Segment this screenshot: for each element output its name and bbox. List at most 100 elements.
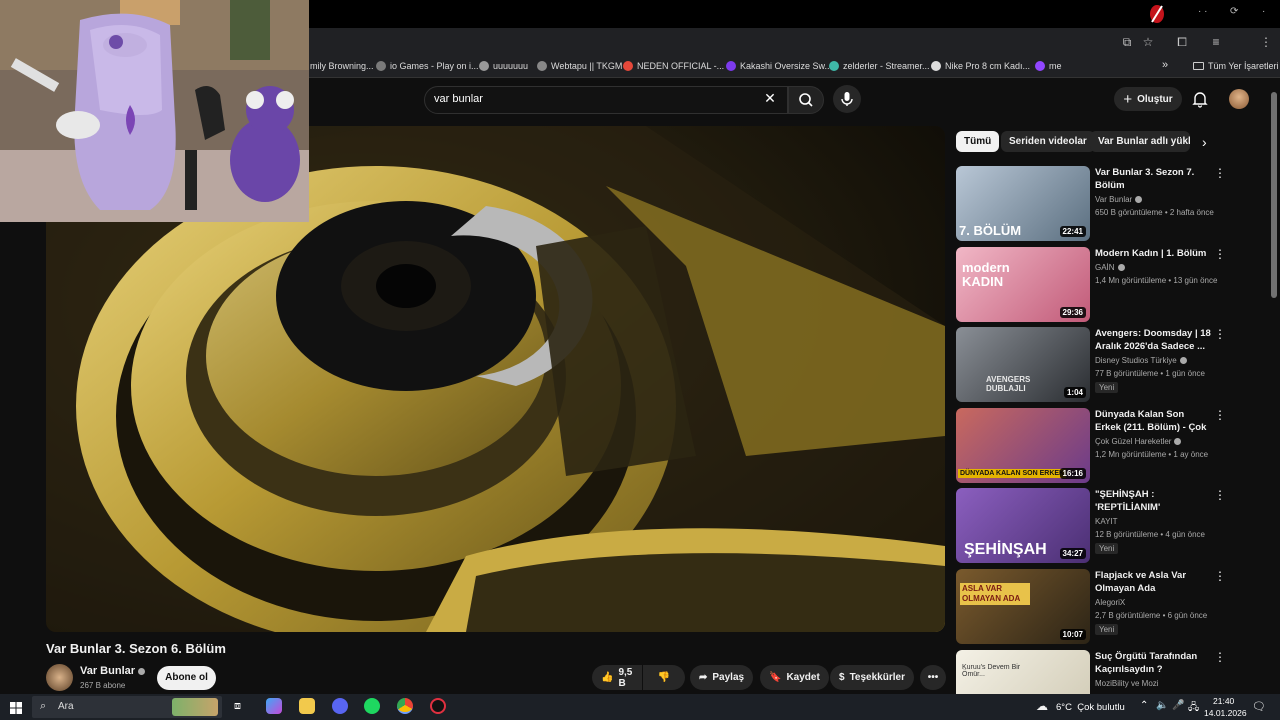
video-thumbnail[interactable]: ŞEHİNŞAH 34:27 [956, 488, 1090, 563]
more-options-icon[interactable]: ⋮ [1214, 247, 1226, 261]
windows-start-icon[interactable] [10, 701, 22, 714]
account-avatar[interactable] [1229, 89, 1249, 109]
search-icon [799, 93, 813, 107]
video-title: Avengers: Doomsday | 18 Aralık 2026'da S… [1095, 328, 1211, 352]
file-explorer-icon[interactable] [299, 698, 315, 714]
channel-name[interactable]: Var Bunlar [80, 665, 146, 677]
opera-gx-icon[interactable] [430, 698, 446, 714]
browser-menu-icon[interactable]: ⋮ [1259, 35, 1273, 49]
new-badge: Yeni [1095, 382, 1119, 393]
video-title: Var Bunlar 3. Sezon 7. Bölüm [1095, 167, 1195, 191]
thumbnail-caption: ŞEHİNŞAH [964, 541, 1047, 558]
thumbnail-caption: Kuruu's Devem Bir Ömür... [962, 664, 1021, 678]
video-meta: 2,7 B görüntüleme • 6 gün önce [1095, 611, 1208, 620]
video-thumbnail[interactable]: DÜNYADA KALAN SON ERKEK 16:16 [956, 408, 1090, 483]
more-options-icon[interactable]: ⋮ [1214, 650, 1226, 664]
install-app-icon[interactable]: ⧉ [1120, 35, 1134, 49]
subscribe-button[interactable]: Abone ol [157, 666, 216, 690]
opera-logo-icon[interactable] [1148, 4, 1166, 24]
taskbar-search[interactable]: ⌕ Ara [32, 696, 222, 718]
chrome-icon[interactable] [397, 698, 413, 714]
channel-name[interactable]: KAYIT [1095, 517, 1118, 526]
notifications-bell-icon[interactable] [1191, 90, 1209, 108]
spotify-icon[interactable] [364, 698, 380, 714]
all-bookmarks-folder[interactable]: Tüm Yer İşaretleri [1193, 61, 1279, 71]
video-title: Suç Örgütü Tarafından Kaçırılsaydın ? [1095, 651, 1198, 675]
extensions-icon[interactable]: ⧠ [1175, 35, 1189, 49]
channel-name[interactable]: MoziBility ve Mozi [1095, 679, 1159, 688]
thumbs-up-icon: 👍 [601, 672, 614, 683]
video-thumbnail[interactable]: ASLA VAR OLMAYAN ADA 10:07 [956, 569, 1090, 644]
chip-uploader[interactable]: Var Bunlar adlı yükleyiciden [1090, 131, 1190, 152]
more-options-icon[interactable]: ⋮ [1214, 488, 1226, 502]
recommendation-item[interactable]: Kuruu's Devem Bir Ömür... Suç Örgütü Tar… [956, 650, 1226, 694]
bookmark-item[interactable]: mily Browning... [310, 61, 374, 71]
more-options-icon[interactable]: ⋮ [1214, 166, 1226, 180]
video-thumbnail[interactable]: 7. BÖLÜM 22:41 [956, 166, 1090, 241]
clock-date[interactable]: 14.01.2026 [1204, 708, 1247, 718]
bookmark-item[interactable]: me [1035, 61, 1062, 71]
bookmark-item[interactable]: uuuuuuu [479, 61, 528, 71]
chip-all[interactable]: Tümü [956, 131, 1000, 152]
more-options-icon[interactable]: ⋮ [1214, 408, 1226, 422]
weather-text[interactable]: 6°C Çok bulutlu [1056, 702, 1125, 713]
window-minimize-icon[interactable]: · · [1198, 6, 1207, 17]
recommendation-item[interactable]: ASLA VAR OLMAYAN ADA 10:07 Flapjack ve A… [956, 569, 1226, 645]
more-options-icon[interactable]: ⋮ [1214, 327, 1226, 341]
bookmark-item[interactable]: zelderler - Streamer... [829, 61, 930, 71]
video-thumbnail[interactable]: Kuruu's Devem Bir Ömür... [956, 650, 1090, 694]
bookmark-item[interactable]: Webtapu || TKGM [537, 61, 622, 71]
tray-overflow-icon[interactable]: ⌃ [1140, 700, 1148, 711]
channel-name[interactable]: Var Bunlar [1095, 195, 1143, 204]
reading-list-icon[interactable]: ≡ [1209, 35, 1223, 49]
window-restore-icon[interactable]: ⟳ [1230, 6, 1238, 17]
video-meta: 77 B görüntüleme • 1 gün önce [1095, 369, 1205, 378]
create-button[interactable]: + Oluştur [1114, 87, 1182, 111]
bookmark-favicon-icon [479, 61, 489, 71]
bookmark-star-icon[interactable]: ☆ [1141, 35, 1155, 49]
voice-search-button[interactable] [833, 85, 861, 113]
channel-name[interactable]: Disney Studios Türkiye [1095, 356, 1187, 365]
bookmarks-overflow-button[interactable]: » [1162, 59, 1168, 71]
channel-name[interactable]: Çok Güzel Hareketler [1095, 437, 1182, 446]
search-button[interactable] [788, 86, 824, 114]
copilot-icon[interactable] [266, 698, 282, 714]
weather-icon[interactable]: ☁ [1036, 699, 1048, 713]
chip-series-videos[interactable]: Seriden videolar [1001, 131, 1095, 152]
recommendation-item[interactable]: AVENGERS DUBLAJLI 1:04 Avengers: Doomsda… [956, 327, 1226, 403]
save-button[interactable]: 🔖 Kaydet [760, 665, 829, 690]
clear-search-icon[interactable]: ✕ [762, 90, 778, 108]
bookmark-item[interactable]: Kakashi Oversize Sw... [726, 61, 832, 71]
clock-time[interactable]: 21:40 [1213, 696, 1234, 706]
task-view-icon[interactable]: ⧈ [234, 700, 241, 713]
search-query-text: var bunlar [434, 93, 483, 105]
share-button[interactable]: ➦ Paylaş [690, 665, 754, 690]
channel-name[interactable]: AlegoriX [1095, 598, 1125, 607]
bookmark-item[interactable]: io Games - Play on i... [376, 61, 479, 71]
video-thumbnail[interactable]: AVENGERS DUBLAJLI 1:04 [956, 327, 1090, 402]
microphone-tray-icon[interactable]: 🎤 [1172, 700, 1184, 711]
channel-avatar[interactable] [46, 664, 73, 691]
bookmark-item[interactable]: NEDEN OFFICIAL -... [623, 61, 724, 71]
new-badge: Yeni [1095, 543, 1119, 554]
network-icon[interactable]: 🖧 [1188, 700, 1199, 717]
dislike-button[interactable]: 👎 [643, 665, 685, 690]
recommendation-item[interactable]: 7. BÖLÜM 22:41 Var Bunlar 3. Sezon 7. Bö… [956, 166, 1226, 242]
bookmark-favicon-icon [537, 61, 547, 71]
recommendation-item[interactable]: DÜNYADA KALAN SON ERKEK 16:16 Dünyada Ka… [956, 408, 1226, 484]
window-close-icon[interactable]: · [1262, 6, 1265, 17]
discord-icon[interactable] [332, 698, 348, 714]
recommendation-item[interactable]: ŞEHİNŞAH 34:27 "ŞEHİNŞAH : 'REPTİLİANIM'… [956, 488, 1226, 564]
channel-name[interactable]: GAİN [1095, 263, 1125, 272]
chips-next-icon[interactable]: › [1202, 134, 1207, 150]
more-actions-button[interactable]: ••• [920, 665, 946, 690]
page-scrollbar[interactable] [1271, 92, 1277, 298]
recommendation-item[interactable]: modern KADIN 29:36 Modern Kadın | 1. Böl… [956, 247, 1226, 323]
notification-center-icon[interactable]: 🗨 [1252, 700, 1266, 713]
speaker-icon[interactable]: 🔈 [1156, 700, 1168, 711]
like-button[interactable]: 👍 9,5 B [592, 665, 642, 690]
video-thumbnail[interactable]: modern KADIN 29:36 [956, 247, 1090, 322]
more-options-icon[interactable]: ⋮ [1214, 569, 1226, 583]
thanks-button[interactable]: $ Teşekkürler [830, 665, 914, 690]
bookmark-item[interactable]: Nike Pro 8 cm Kadı... [931, 61, 1030, 71]
